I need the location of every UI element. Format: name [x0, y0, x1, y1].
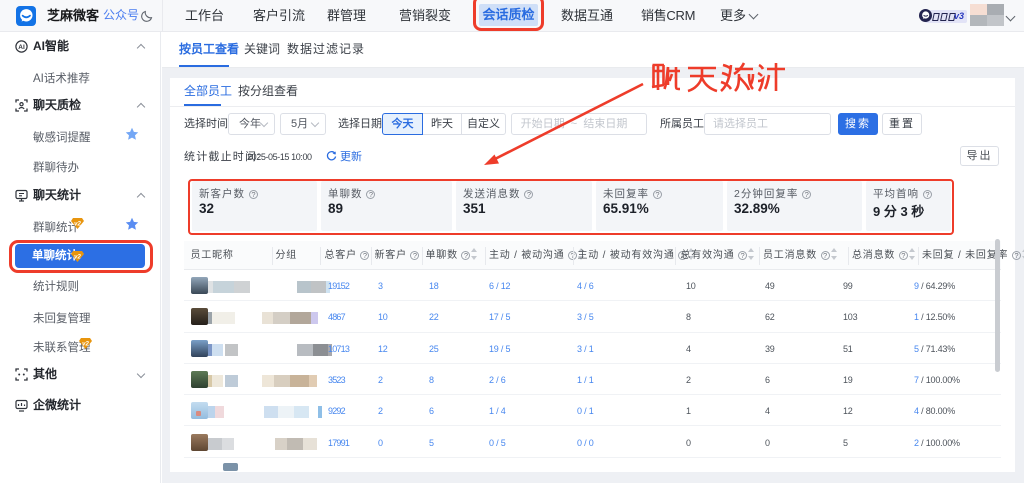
svg-text:v2: v2: [74, 222, 81, 228]
svg-text:v2: v2: [82, 342, 89, 348]
svg-text:AI: AI: [18, 44, 25, 51]
svg-text:v2: v2: [74, 254, 81, 260]
